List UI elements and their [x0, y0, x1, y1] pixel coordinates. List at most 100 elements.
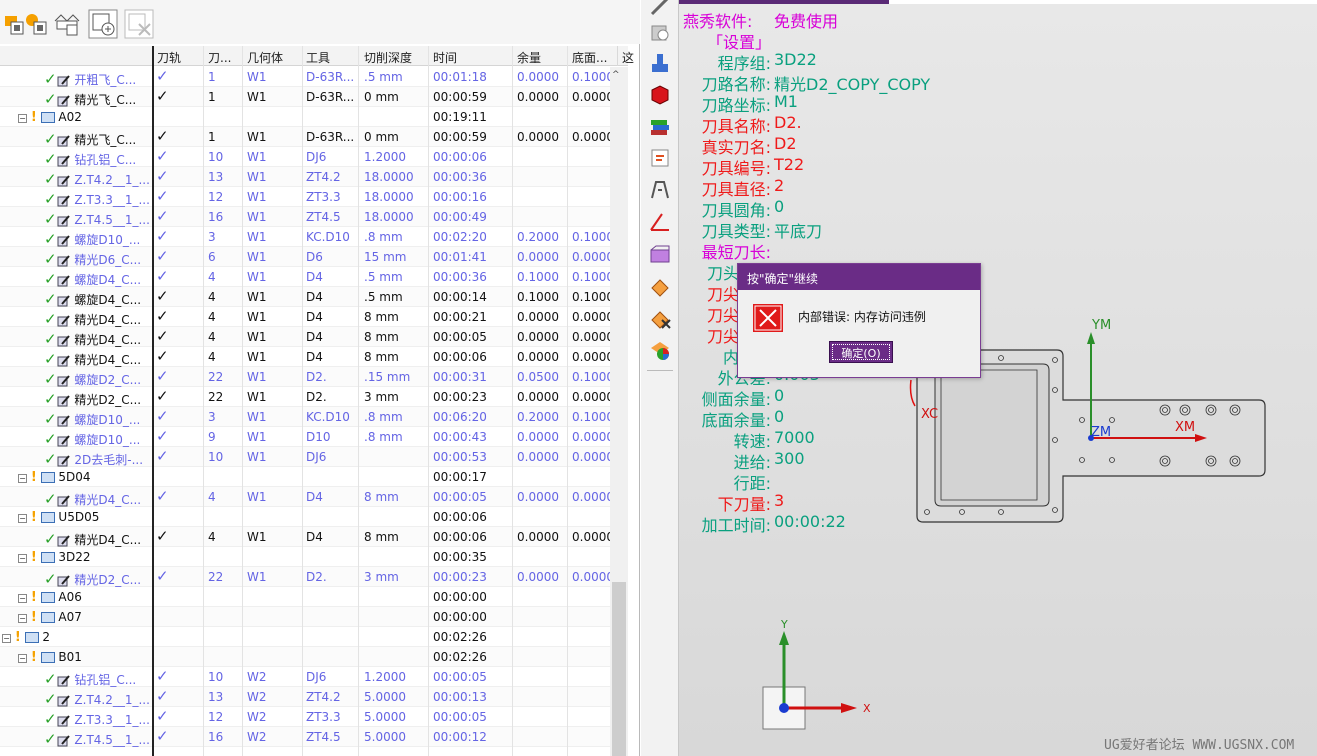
delete-part-icon[interactable]: [648, 306, 672, 330]
operation-row[interactable]: ✓ 精光D4_C... ✓ 4 W1 D4 8 mm 00:00:05 0.0000 0.000…: [0, 327, 610, 348]
program-group-row[interactable]: − ! B01 00:02:26: [0, 647, 610, 667]
toolpath-status-icon: ✓: [156, 447, 169, 465]
column-header-8[interactable]: 这: [622, 49, 634, 66]
operation-row[interactable]: ✓ Z.T4.2__1_... ✓ 13 W1 ZT4.2 18.0000 00:00:36: [0, 167, 610, 188]
operation-row[interactable]: ✓ 螺旋D2_C... ✓ 22 W1 D2. .15 mm 00:00:31 0.0500 0…: [0, 367, 610, 388]
cell-tool: DJ6: [306, 150, 327, 164]
operation-row[interactable]: ✓ Z.T4.2__1_... ✓ 13 W2 ZT4.2 5.0000 00:00:13: [0, 687, 610, 708]
operation-icon: [57, 354, 70, 366]
column-header-2[interactable]: 几何体: [247, 49, 283, 66]
column-header-1[interactable]: 刀...: [208, 49, 231, 66]
angle-measure-icon[interactable]: [648, 210, 672, 234]
operation-icon: [57, 494, 70, 506]
operation-row[interactable]: ✓ Z.T4.5__1_... ✓ 16 W1 ZT4.5 18.0000 00:00:49: [0, 207, 610, 228]
program-group-row[interactable]: − ! A02 00:19:11: [0, 107, 610, 127]
cell-floor-stock: 0.0000: [572, 490, 610, 504]
operation-name: 2D去毛刺-...: [74, 453, 144, 467]
cell-stock: 0.0000: [517, 90, 559, 104]
cell-geometry: W1: [247, 270, 267, 284]
operation-row[interactable]: ✓ 精光D2_C... ✓ 22 W1 D2. 3 mm 00:00:23 0.0000 0.0…: [0, 387, 610, 408]
program-group-row[interactable]: − ! A06 00:00:00: [0, 587, 610, 607]
group-name: A02: [58, 110, 82, 124]
operation-row[interactable]: ✓ 螺旋D10_... ✓ 3 W1 KC.D10 .8 mm 00:02:20 0.2000…: [0, 227, 610, 248]
cell-floor-stock: 0.0000: [572, 250, 610, 264]
red-block-icon[interactable]: [648, 82, 672, 106]
cell-tool: KC.D10: [306, 410, 350, 424]
operation-row[interactable]: ✓ 精光D4_C... ✓ 4 W1 D4 8 mm 00:00:06 0.0000 0.000…: [0, 527, 610, 548]
eraser-icon[interactable]: [648, 274, 672, 298]
scrollbar-thumb[interactable]: [612, 582, 626, 756]
program-group-row[interactable]: − ! 5D04 00:00:17: [0, 467, 610, 487]
program-group-row[interactable]: − ! 3D22 00:00:35: [0, 547, 610, 567]
column-header-5[interactable]: 时间: [433, 49, 457, 66]
ruler-icon[interactable]: [648, 0, 672, 18]
operation-icon: [57, 674, 70, 686]
cell-time: 00:00:06: [433, 510, 487, 524]
operation-row[interactable]: ✓ 精光飞_C... ✓ 1 W1 D-63R... 0 mm 00:00:59 0.0000…: [0, 127, 610, 148]
toolpath-status-icon: ✓: [156, 167, 169, 185]
program-group-row[interactable]: − ! 2 00:02:26: [0, 627, 610, 647]
operation-row[interactable]: ✓ Z.T4.5__1_... ✓ 16 W2 ZT4.5 5.0000 00:00:12: [0, 727, 610, 748]
operation-row[interactable]: ✓ 钻孔铝_C... ✓ 10 W1 DJ6 1.2000 00:00:06: [0, 147, 610, 168]
cell-geometry: W1: [247, 490, 267, 504]
part-check-icon[interactable]: [648, 20, 672, 44]
ok-button[interactable]: 确定(O): [829, 341, 893, 363]
post-process-icon[interactable]: [648, 146, 672, 170]
toolpath-status-icon: ✓: [156, 327, 169, 345]
collapse-icon[interactable]: −: [18, 554, 27, 563]
geometry-view-icon[interactable]: [53, 9, 83, 39]
collapse-icon[interactable]: −: [18, 474, 27, 483]
fixture-icon[interactable]: [648, 178, 672, 202]
program-group-row[interactable]: − ! U5D05 00:00:06: [0, 507, 610, 527]
column-header-6[interactable]: 余量: [517, 49, 541, 66]
tool-holder-icon[interactable]: [648, 52, 672, 76]
operation-row[interactable]: ✓ Z.T3.3__1_... ✓ 12 W2 ZT3.3 5.0000 00:00:05: [0, 707, 610, 728]
graphics-viewport[interactable]: 燕秀软件: 免费使用 「设置」 程序组: 3D22 刀路名称: 精光D2_COPY_COPY…: [679, 0, 1317, 756]
cell-floor-stock: 0.1000: [572, 70, 610, 84]
column-header-4[interactable]: 切削深度: [364, 49, 412, 66]
program-group-row[interactable]: − ! A07 00:00:00: [0, 607, 610, 627]
collapse-icon[interactable]: −: [2, 634, 11, 643]
collapse-icon[interactable]: −: [18, 654, 27, 663]
cell-tool-number: 22: [208, 390, 224, 404]
operation-row[interactable]: ✓ 精光D4_C... ✓ 4 W1 D4 8 mm 00:00:06 0.0000 0.000…: [0, 347, 610, 368]
cell-tool-number: 22: [208, 370, 224, 384]
cell-floor-stock: 0.0000: [572, 310, 610, 324]
column-header-3[interactable]: 工具: [306, 49, 330, 66]
operation-row[interactable]: ✓ 2D去毛刺-... ✓ 10 W1 DJ6 00:00:53 0.0000 0.0000: [0, 447, 610, 468]
cell-tool: D10: [306, 430, 331, 444]
operation-row[interactable]: ✓ 开粗飞_C... ✓ 1 W1 D-63R... .5 mm 00:01:18 0.000…: [0, 67, 610, 88]
collapse-icon[interactable]: −: [18, 614, 27, 623]
tool-view-icon[interactable]: [22, 9, 52, 39]
operation-row[interactable]: ✓ 精光D6_C... ✓ 6 W1 D6 15 mm 00:01:41 0.0000 0.00…: [0, 247, 610, 268]
operation-row[interactable]: ✓ 钻孔铝_C... ✓ 10 W2 DJ6 1.2000 00:00:05: [0, 667, 610, 688]
operation-row[interactable]: ✓ 精光D4_C... ✓ 4 W1 D4 8 mm 00:00:05 0.0000 0.000…: [0, 487, 610, 508]
info-label: 加工时间:: [701, 516, 771, 535]
operation-row[interactable]: ✓ 螺旋D4_C... ✓ 4 W1 D4 .5 mm 00:00:36 0.1000 0.10…: [0, 267, 610, 288]
column-header-7[interactable]: 底面...: [572, 49, 607, 66]
collapse-icon[interactable]: −: [18, 114, 27, 123]
box-icon[interactable]: [648, 242, 672, 266]
cell-floor-stock: 0.0000: [572, 430, 610, 444]
cell-tool-number: 13: [208, 170, 224, 184]
collapse-icon[interactable]: −: [18, 594, 27, 603]
info-value: 3D22: [774, 50, 817, 69]
operation-row[interactable]: ✓ 精光飞_C... ✓ 1 W1 D-63R... 0 mm 00:00:59 0.0000…: [0, 87, 610, 108]
operation-row[interactable]: ✓ Z.T3.3__1_... ✓ 12 W1 ZT3.3 18.0000 00:00:16: [0, 187, 610, 208]
column-header-0[interactable]: 刀轨: [157, 49, 181, 66]
delete-icon[interactable]: [124, 9, 154, 39]
operation-name: 螺旋D2_C...: [74, 373, 142, 387]
scroll-up-icon[interactable]: ^: [612, 70, 620, 80]
color-wheel-icon[interactable]: [648, 338, 672, 362]
operation-row[interactable]: ✓ 螺旋D4_C... ✓ 4 W1 D4 .5 mm 00:00:14 0.1000 0.10…: [0, 287, 610, 308]
operation-row[interactable]: ✓ 螺旋D10_... ✓ 3 W1 KC.D10 .8 mm 00:06:20 0.2000…: [0, 407, 610, 428]
layers-icon[interactable]: [648, 114, 672, 138]
cell-tool-number: 13: [208, 690, 224, 704]
check-icon: ✓: [44, 690, 57, 708]
operation-row[interactable]: ✓ 精光D4_C... ✓ 4 W1 D4 8 mm 00:00:21 0.0000 0.000…: [0, 307, 610, 328]
operation-row[interactable]: ✓ 螺旋D10_... ✓ 9 W1 D10 .8 mm 00:00:43 0.0000 0.0…: [0, 427, 610, 448]
collapse-icon[interactable]: −: [18, 514, 27, 523]
operation-row[interactable]: ✓ 精光D2_C... ✓ 22 W1 D2. 3 mm 00:00:23 0.0000 0.0…: [0, 567, 610, 588]
create-program-icon[interactable]: [88, 9, 118, 39]
warning-icon: !: [30, 610, 37, 625]
